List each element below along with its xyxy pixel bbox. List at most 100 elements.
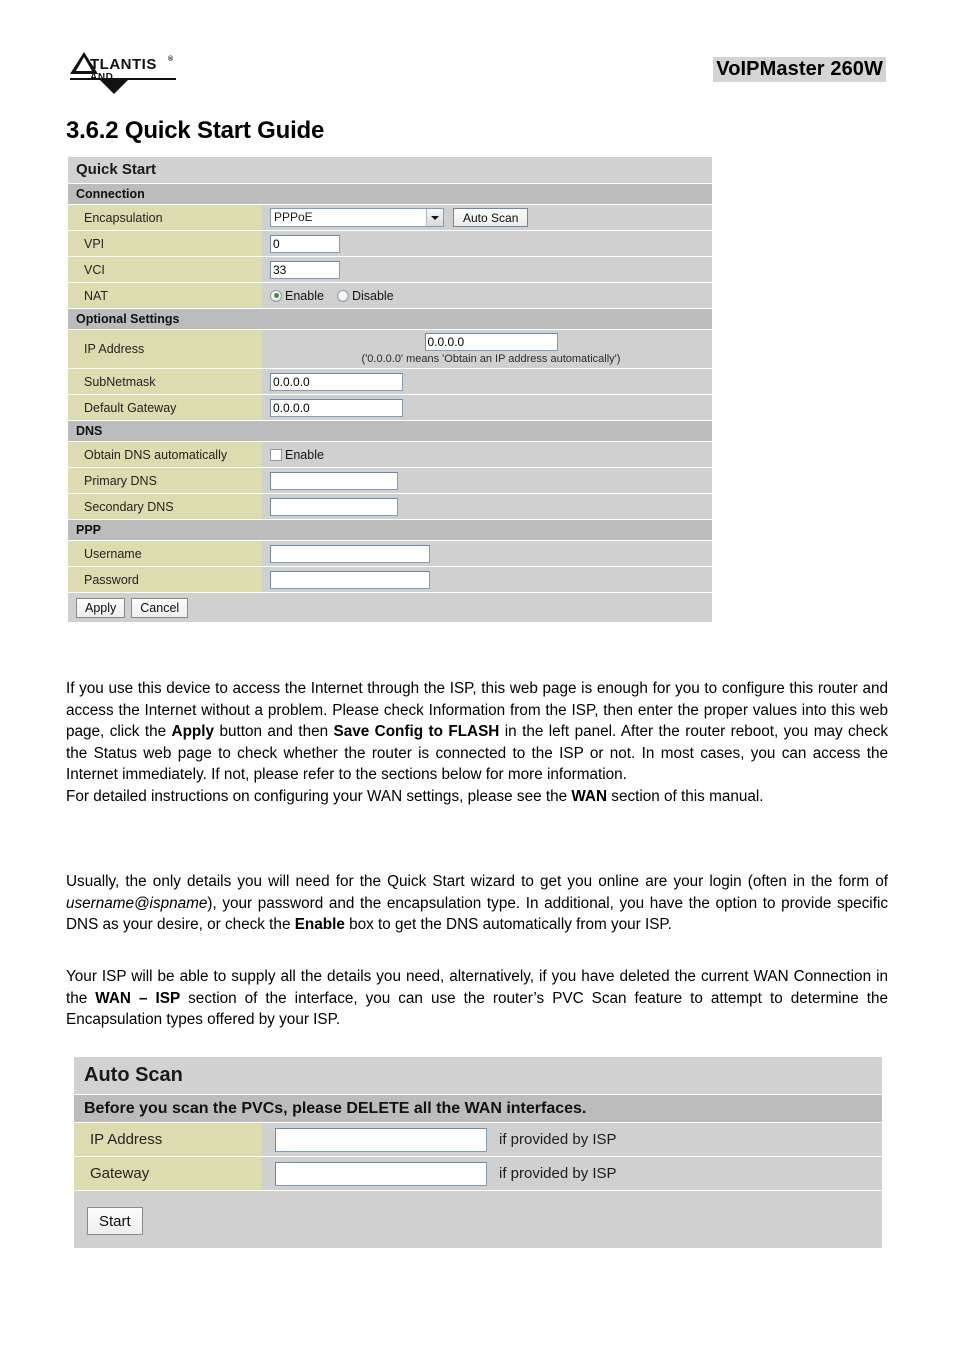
- default-gateway-input[interactable]: [270, 398, 403, 417]
- device-model-label: VoIPMaster 260W: [713, 57, 886, 82]
- quick-start-panel: Quick Start Connection Encapsulation PPP…: [68, 157, 712, 622]
- row-scan-ip-address: IP Address if provided by ISP: [74, 1122, 882, 1156]
- row-primary-dns: Primary DNS: [68, 467, 712, 493]
- nat-enable-label: Enable: [285, 288, 324, 303]
- paragraph-2-bold-1: WAN: [571, 787, 608, 805]
- body-paragraph-block-3: Your ISP will be able to supply all the …: [66, 966, 888, 1031]
- field-encapsulation: PPPoE Auto Scan: [262, 205, 712, 230]
- page-header: TLANTIS ® AND VoIPMaster 260W: [0, 0, 954, 100]
- auto-scan-button[interactable]: Auto Scan: [453, 208, 529, 227]
- field-scan-gateway: if provided by ISP: [262, 1157, 882, 1190]
- label-vpi: VPI: [68, 231, 262, 256]
- auto-scan-warning: Before you scan the PVCs, please DELETE …: [74, 1094, 882, 1122]
- paragraph-1-part-2: button and then: [214, 723, 334, 740]
- section-header-optional-settings: Optional Settings: [68, 308, 712, 329]
- radio-unselected-icon[interactable]: [336, 289, 349, 302]
- svg-text:®: ®: [168, 55, 174, 63]
- subnetmask-input[interactable]: [270, 372, 403, 391]
- nat-radio-group: Enable Disable: [270, 289, 394, 303]
- field-ip-address: ('0.0.0.0' means 'Obtain an IP address a…: [262, 330, 712, 368]
- paragraph-2-part-1: For detailed instructions on configuring…: [66, 787, 572, 805]
- encapsulation-select-value: PPPoE: [274, 210, 313, 224]
- nat-disable-label: Disable: [351, 288, 394, 303]
- password-input[interactable]: [270, 570, 430, 589]
- field-subnetmask: [262, 369, 712, 394]
- label-obtain-dns: Obtain DNS automatically: [68, 442, 262, 467]
- checkbox-unchecked-icon[interactable]: [270, 448, 282, 461]
- field-scan-ip-address: if provided by ISP: [262, 1123, 882, 1156]
- atlantis-land-logo: TLANTIS ® AND: [68, 48, 258, 98]
- quick-start-footer: Apply Cancel: [68, 592, 712, 622]
- body-paragraph-block-2: Usually, the only details you will need …: [66, 871, 888, 936]
- row-default-gateway: Default Gateway: [68, 394, 712, 420]
- field-vpi: [262, 231, 712, 256]
- scan-gateway-note: if provided by ISP: [499, 1165, 617, 1182]
- obtain-dns-checkbox-label: Enable: [285, 447, 324, 462]
- field-nat: Enable Disable: [262, 283, 712, 308]
- label-password: Password: [68, 567, 262, 592]
- paragraph-3-part-1: Usually, the only details you will need …: [66, 873, 888, 890]
- label-nat: NAT: [68, 283, 262, 308]
- scan-ip-address-input[interactable]: [275, 1127, 487, 1152]
- label-default-gateway: Default Gateway: [68, 395, 262, 420]
- row-username: Username: [68, 540, 712, 566]
- nat-disable-option[interactable]: Disable: [336, 288, 394, 303]
- label-scan-ip-address: IP Address: [74, 1123, 262, 1156]
- label-secondary-dns: Secondary DNS: [68, 494, 262, 519]
- primary-dns-input[interactable]: [270, 471, 398, 490]
- auto-scan-panel: Auto Scan Before you scan the PVCs, plea…: [74, 1057, 882, 1248]
- label-ip-address: IP Address: [68, 330, 262, 368]
- row-scan-gateway: Gateway if provided by ISP: [74, 1156, 882, 1190]
- cancel-button[interactable]: Cancel: [131, 598, 189, 618]
- label-subnetmask: SubNetmask: [68, 369, 262, 394]
- paragraph-4-bold-1: WAN – ISP: [95, 989, 181, 1007]
- paragraph-1-bold-2: Save Config to FLASH: [333, 723, 500, 740]
- start-button[interactable]: Start: [87, 1207, 143, 1235]
- username-input[interactable]: [270, 544, 430, 563]
- chevron-down-icon[interactable]: [426, 209, 443, 226]
- obtain-dns-checkbox-group[interactable]: Enable: [270, 448, 324, 462]
- paragraph-3-part-3: box to get the DNS automatically from yo…: [344, 916, 672, 933]
- ip-address-hint: ('0.0.0.0' means 'Obtain an IP address a…: [361, 353, 621, 365]
- label-username: Username: [68, 541, 262, 566]
- row-vpi: VPI: [68, 230, 712, 256]
- paragraph-4: Your ISP will be able to supply all the …: [66, 966, 888, 1031]
- section-header-ppp: PPP: [68, 519, 712, 540]
- quick-start-panel-title: Quick Start: [68, 157, 712, 183]
- row-vci: VCI: [68, 256, 712, 282]
- encapsulation-select[interactable]: PPPoE: [270, 208, 444, 227]
- paragraph-1-bold-1: Apply: [171, 723, 215, 740]
- field-vci: [262, 257, 712, 282]
- apply-button[interactable]: Apply: [76, 598, 126, 618]
- paragraph-1: If you use this device to access the Int…: [66, 678, 888, 786]
- field-primary-dns: [262, 468, 712, 493]
- nat-enable-option[interactable]: Enable: [270, 289, 324, 303]
- section-header-connection: Connection: [68, 183, 712, 204]
- ip-address-input[interactable]: [424, 333, 558, 351]
- row-obtain-dns: Obtain DNS automatically Enable: [68, 441, 712, 467]
- page-title: 3.6.2 Quick Start Guide: [66, 117, 325, 144]
- label-vci: VCI: [68, 257, 262, 282]
- body-paragraph-block-1: If you use this device to access the Int…: [66, 678, 888, 807]
- auto-scan-footer: Start: [74, 1190, 882, 1248]
- scan-ip-address-note: if provided by ISP: [499, 1131, 617, 1148]
- radio-selected-icon[interactable]: [270, 289, 282, 302]
- paragraph-3-bold-1: Enable: [294, 916, 345, 933]
- field-username: [262, 541, 712, 566]
- paragraph-2: For detailed instructions on configuring…: [66, 786, 888, 808]
- secondary-dns-input[interactable]: [270, 497, 398, 516]
- field-password: [262, 567, 712, 592]
- vpi-input[interactable]: [270, 234, 340, 253]
- row-encapsulation: Encapsulation PPPoE Auto Scan: [68, 204, 712, 230]
- field-default-gateway: [262, 395, 712, 420]
- paragraph-4-part-2: section of the interface, you can use th…: [66, 989, 888, 1029]
- scan-gateway-input[interactable]: [275, 1161, 487, 1186]
- section-header-dns: DNS: [68, 420, 712, 441]
- row-subnetmask: SubNetmask: [68, 368, 712, 394]
- vci-input[interactable]: [270, 260, 340, 279]
- row-ip-address: IP Address ('0.0.0.0' means 'Obtain an I…: [68, 329, 712, 368]
- paragraph-2-part-2: section of this manual.: [607, 787, 764, 805]
- field-obtain-dns: Enable: [262, 442, 712, 467]
- row-password: Password: [68, 566, 712, 592]
- label-scan-gateway: Gateway: [74, 1157, 262, 1190]
